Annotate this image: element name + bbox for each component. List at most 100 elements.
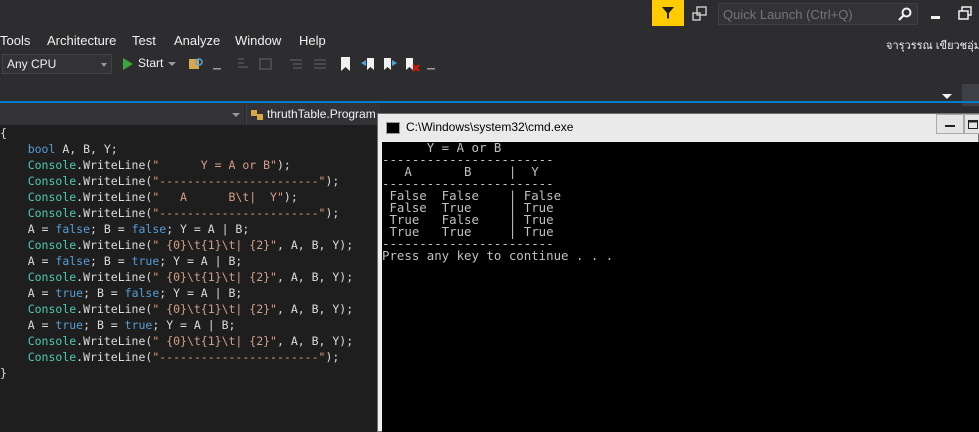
code-token: " {0}\t{1}\t| {2}" (152, 302, 277, 316)
menu-window[interactable]: Window (235, 33, 281, 48)
code-token: , A, B, Y); (276, 270, 354, 284)
code-token: , A, B, Y); (276, 302, 354, 316)
code-line: A = true; B = false; Y = A | B; (0, 285, 353, 301)
cmd-title: C:\Windows\system32\cmd.exe (406, 120, 574, 134)
search-icon[interactable] (897, 6, 913, 27)
member-dropdown[interactable]: thruthTable.Program (246, 103, 380, 125)
next-bookmark-icon[interactable] (382, 56, 398, 72)
notification-flag-icon[interactable] (652, 0, 684, 26)
code-token: "-----------------------" (152, 206, 326, 220)
code-token: A, B, Y; (55, 142, 118, 156)
align-icon (258, 56, 274, 72)
code-token: A = (0, 254, 56, 268)
code-token: A = (0, 286, 56, 300)
code-line: } (0, 365, 353, 381)
quick-launch-box[interactable] (718, 3, 918, 25)
code-token: Console (27, 270, 77, 284)
code-token: ); (283, 190, 298, 204)
code-token: .WriteLine( (76, 206, 153, 220)
type-dropdown[interactable] (0, 103, 244, 125)
chevron-down-icon[interactable] (942, 94, 952, 100)
code-line: Console.WriteLine("---------------------… (0, 205, 353, 221)
cmd-maximize-button[interactable] (964, 114, 979, 134)
start-button[interactable]: Start (118, 54, 180, 74)
code-token: .WriteLine( (76, 190, 153, 204)
restore-icon[interactable] (958, 6, 972, 20)
code-token: .WriteLine( (76, 334, 153, 348)
code-token: ); (325, 350, 340, 364)
code-token: "-----------------------" (152, 350, 326, 364)
code-token: false (55, 254, 91, 268)
code-line: Console.WriteLine("---------------------… (0, 173, 353, 189)
code-token: .WriteLine( (76, 302, 153, 316)
code-token: ); (276, 158, 291, 172)
menu-tools[interactable]: Tools (0, 33, 30, 48)
code-token: Console (27, 190, 77, 204)
code-token: .WriteLine( (76, 270, 153, 284)
cmd-title-bar[interactable]: C:\Windows\system32\cmd.exe (378, 114, 979, 141)
code-token: .WriteLine( (76, 174, 153, 188)
menu-help[interactable]: Help (299, 33, 326, 48)
find-in-files-icon[interactable] (188, 56, 204, 72)
code-token: .WriteLine( (76, 350, 153, 364)
code-token: false (124, 286, 160, 300)
code-line: Console.WriteLine(" Y = A or B"); (0, 157, 353, 173)
code-token: ; B = (83, 318, 125, 332)
code-token: { (0, 126, 7, 140)
code-token: true (124, 318, 153, 332)
code-token: ); (325, 206, 340, 220)
clear-bookmarks-icon[interactable] (404, 56, 420, 72)
chevron-down-icon[interactable] (424, 56, 440, 72)
code-line: Console.WriteLine(" {0}\t{1}\t| {2}", A,… (0, 333, 353, 349)
uncomment-icon (312, 56, 328, 72)
code-token: " {0}\t{1}\t| {2}" (152, 270, 277, 284)
code-token: " A B\t| Y" (152, 190, 284, 204)
code-token: ); (325, 174, 340, 188)
console-output[interactable]: Y = A or B ----------------------- A B | … (382, 142, 979, 432)
previous-bookmark-icon[interactable] (360, 56, 376, 72)
menu-analyze[interactable]: Analyze (174, 33, 220, 48)
code-token: ; Y = A | B; (159, 286, 243, 300)
code-token: Console (27, 174, 77, 188)
menu-test[interactable]: Test (132, 33, 156, 48)
code-token: ; Y = A | B; (166, 222, 250, 236)
member-dropdown-label: thruthTable.Program (267, 107, 376, 121)
step-icon (236, 56, 252, 72)
quick-launch-input[interactable] (723, 5, 893, 23)
cmd-icon (386, 122, 400, 134)
platform-dropdown[interactable]: Any CPU (2, 54, 112, 74)
cmd-minimize-button[interactable] (936, 114, 964, 134)
chevron-down-icon (168, 62, 176, 66)
cmd-window[interactable]: C:\Windows\system32\cmd.exe Y = A or B --… (377, 113, 979, 432)
code-line: bool A, B, Y; (0, 141, 353, 157)
code-token: , A, B, Y); (276, 238, 354, 252)
console-text: Y = A or B ----------------------- A B | … (382, 142, 613, 262)
code-token: false (131, 222, 167, 236)
code-token: ; B = (83, 286, 125, 300)
code-token: Console (27, 350, 77, 364)
code-token: Console (27, 238, 77, 252)
minimize-icon[interactable] (930, 8, 942, 20)
panel-controls (940, 84, 979, 108)
code-line: A = true; B = true; Y = A | B; (0, 317, 353, 333)
code-token: "-----------------------" (152, 174, 326, 188)
start-label: Start (138, 56, 164, 70)
code-token: , A, B, Y); (276, 334, 354, 348)
code-editor[interactable]: { bool A, B, Y; Console.WriteLine(" Y = … (0, 125, 379, 432)
code-token: false (55, 222, 91, 236)
chevron-down-icon (101, 63, 107, 67)
chevron-down-icon[interactable] (210, 56, 226, 72)
feedback-icon[interactable] (690, 4, 710, 24)
menu-bar: Tools Architecture Test Analyze Window H… (0, 30, 979, 52)
chevron-down-icon[interactable] (232, 113, 240, 117)
play-icon (123, 58, 133, 70)
bookmark-icon[interactable] (338, 56, 354, 72)
menu-architecture[interactable]: Architecture (47, 33, 116, 48)
code-token: true (131, 254, 160, 268)
